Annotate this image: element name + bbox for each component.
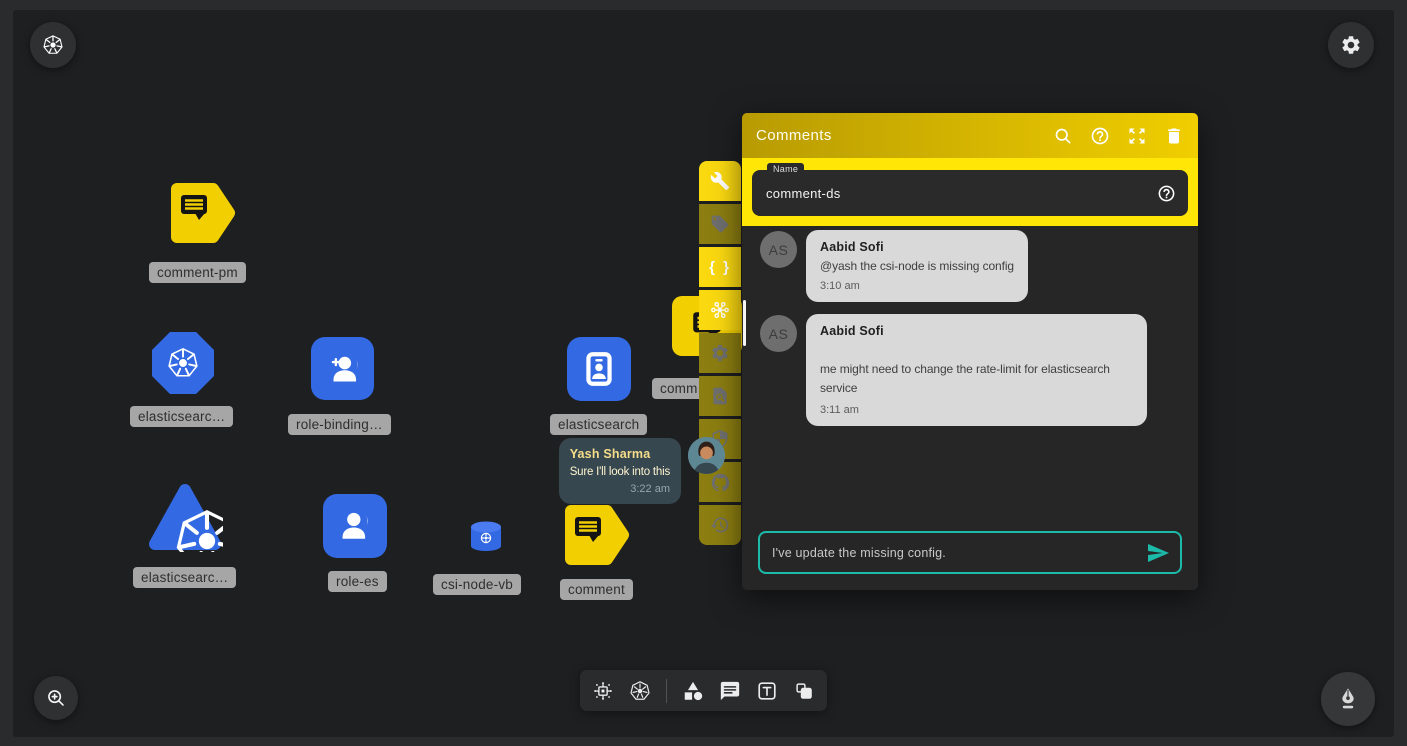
message-author: Aabid Sofi [820, 324, 1133, 338]
dock-divider [666, 679, 667, 703]
node-label: elasticsearch [550, 414, 647, 435]
expand-icon[interactable] [1127, 126, 1147, 146]
kubernetes-icon[interactable] [629, 680, 651, 702]
zoom-button[interactable] [34, 676, 78, 720]
comments-panel: Comments Name AS Aa [742, 113, 1198, 590]
node-label: elasticsearc… [133, 567, 236, 588]
comment-input-wrapper [758, 531, 1182, 574]
text-tool-icon[interactable] [756, 680, 778, 702]
toolbar-tag-button[interactable] [699, 204, 741, 244]
settings-button[interactable] [1328, 22, 1374, 68]
braces-icon: { } [709, 259, 731, 276]
name-field-label: Name [767, 163, 804, 175]
message-time: 3:22 am [570, 483, 670, 495]
wrench-icon [710, 171, 730, 191]
comment-input[interactable] [760, 546, 1146, 560]
message-time: 3:10 am [820, 280, 1014, 292]
zoom-in-icon [45, 687, 67, 709]
delete-icon[interactable] [1164, 126, 1184, 146]
avatar-initials: AS [760, 315, 797, 352]
toolbar-hub-button[interactable] [699, 290, 741, 330]
github-icon [710, 472, 731, 493]
node-label: comment [560, 579, 633, 600]
app-logo-button[interactable] [30, 22, 76, 68]
toolbar-json-button[interactable]: { } [699, 247, 741, 287]
message-text: me might need to change the rate-limit f… [820, 360, 1130, 397]
document-search-icon [710, 386, 730, 406]
search-icon[interactable] [1053, 126, 1073, 146]
message-time: 3:11 am [820, 404, 1133, 416]
gear-icon [1340, 34, 1362, 56]
name-section: Name [742, 158, 1198, 226]
send-icon[interactable] [1146, 541, 1170, 565]
help-icon[interactable] [1090, 126, 1110, 146]
gear-icon [710, 343, 730, 363]
message-text: @yash the csi-node is missing config [820, 259, 1014, 273]
comment-tool-icon[interactable] [719, 680, 741, 702]
node-label: role-es [328, 571, 387, 592]
id-badge-icon [580, 350, 618, 388]
toolbar-configure-button[interactable] [699, 161, 741, 201]
toolbar-history-button[interactable] [699, 505, 741, 545]
message-bubble[interactable]: Aabid Sofi me might need to change the r… [806, 314, 1147, 426]
node-csi-node-vb[interactable] [469, 520, 503, 553]
toolbar-settings-button[interactable] [699, 333, 741, 373]
bottom-dock [580, 670, 827, 711]
shapes-icon[interactable] [682, 680, 704, 702]
hub-icon [709, 299, 731, 321]
node-label: role-binding… [288, 414, 391, 435]
node-elasticsearch-badge[interactable] [567, 337, 631, 401]
tag-icon [710, 214, 730, 234]
pen-nib-icon [1335, 686, 1361, 712]
comments-panel-header[interactable]: Comments [742, 113, 1198, 158]
user-add-icon [324, 350, 362, 388]
help-icon[interactable] [1157, 184, 1176, 203]
node-comment[interactable] [562, 503, 632, 567]
scrollbar-thumb[interactable] [743, 300, 746, 346]
node-elasticsearch-triangle[interactable] [147, 482, 223, 552]
media-icon[interactable] [793, 680, 815, 702]
node-role-es[interactable] [323, 494, 387, 558]
history-icon [710, 515, 730, 535]
panel-title: Comments [756, 127, 1053, 144]
node-label: elasticsearc… [130, 406, 233, 427]
kubernetes-wheel-icon [166, 346, 200, 380]
message-text: Sure I'll look into this [570, 466, 670, 478]
kubernetes-logo-icon [42, 34, 64, 56]
message-author: Yash Sharma [570, 447, 670, 461]
toolbar-doc-search-button[interactable] [699, 376, 741, 416]
design-graph-icon[interactable] [592, 680, 614, 702]
message-bubble[interactable]: Aabid Sofi @yash the csi-node is missing… [806, 230, 1028, 302]
user-icon [336, 507, 374, 545]
message-bubble[interactable]: Yash Sharma Sure I'll look into this 3:2… [559, 438, 681, 504]
node-elasticsearch-octagon[interactable] [152, 332, 214, 394]
node-label: csi-node-vb [433, 574, 521, 595]
node-label: comm [652, 378, 706, 399]
name-input[interactable] [752, 186, 1157, 201]
avatar-initials: AS [760, 231, 797, 268]
pen-tool-button[interactable] [1321, 672, 1375, 726]
name-field[interactable]: Name [752, 170, 1188, 216]
node-action-toolbar: { } [699, 161, 741, 545]
avatar-photo [688, 437, 725, 474]
message-author: Aabid Sofi [820, 240, 1014, 254]
node-label: comment-pm [149, 262, 246, 283]
node-role-binding[interactable] [311, 337, 374, 400]
node-comment-pm[interactable] [168, 181, 238, 245]
